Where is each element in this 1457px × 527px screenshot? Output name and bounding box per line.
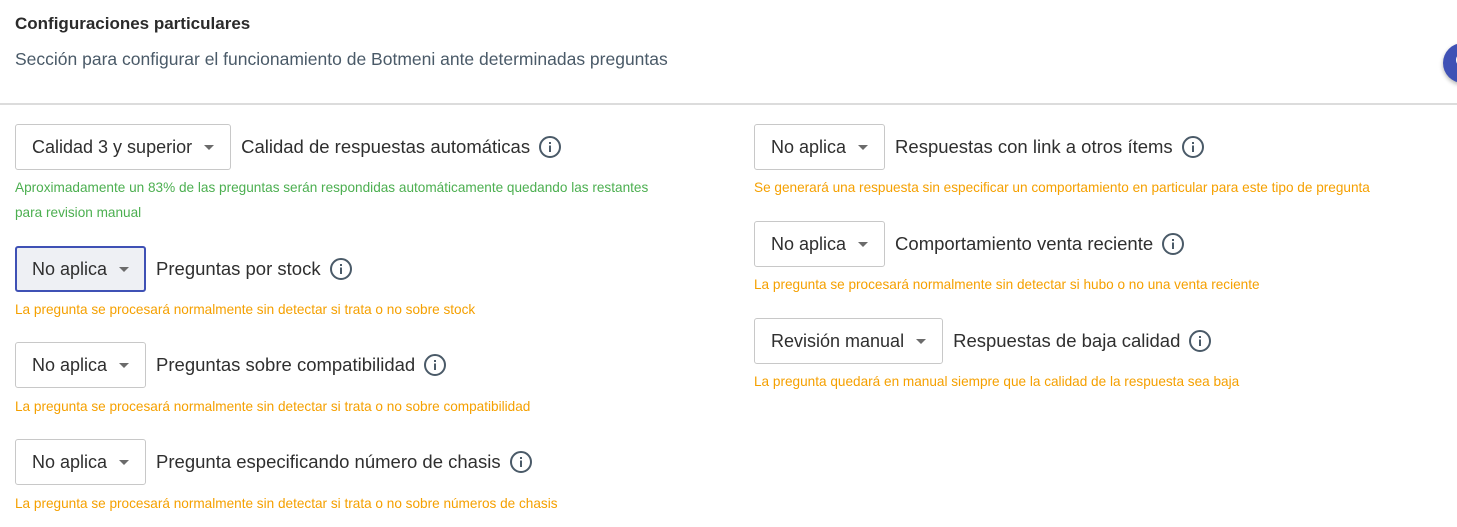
calidad-select-value: Calidad 3 y superior	[32, 136, 193, 157]
chevron-down-icon	[204, 144, 215, 150]
stock-label: Preguntas por stock	[156, 258, 321, 279]
help-fab-button[interactable]	[1443, 43, 1457, 83]
baja-calidad-label: Respuestas de baja calidad	[953, 330, 1181, 351]
header-title: Configuraciones particulares	[15, 14, 251, 33]
chevron-down-icon	[119, 362, 130, 368]
stock-help: La pregunta se procesará normalmente sin…	[15, 302, 476, 317]
setting-row-venta-reciente: No aplica Comportamiento venta reciente	[754, 221, 1185, 267]
setting-row-link: No aplica Respuestas con link a otros ít…	[754, 124, 1205, 170]
setting-row-calidad: Calidad 3 y superior Calidad de respuest…	[15, 124, 562, 170]
venta-reciente-select[interactable]: No aplica	[754, 221, 886, 267]
baja-calidad-select[interactable]: Revisión manual	[754, 318, 944, 364]
calidad-help-line1: Aproximadamente un 83% de las preguntas …	[15, 180, 649, 195]
chevron-down-icon	[119, 459, 130, 465]
calidad-help-line2: para revision manual	[15, 205, 142, 220]
info-icon[interactable]	[538, 135, 562, 159]
info-icon[interactable]	[509, 450, 533, 474]
compatibilidad-label: Preguntas sobre compatibilidad	[156, 354, 416, 375]
info-icon[interactable]	[1161, 232, 1185, 256]
chevron-down-icon	[119, 266, 130, 272]
stock-select[interactable]: No aplica	[15, 246, 147, 292]
calidad-select[interactable]: Calidad 3 y superior	[15, 124, 232, 170]
baja-calidad-help: La pregunta quedará en manual siempre qu…	[754, 374, 1240, 389]
lightbulb-icon	[1456, 56, 1457, 64]
baja-calidad-select-value: Revisión manual	[771, 330, 905, 351]
stock-select-value: No aplica	[32, 258, 108, 279]
chevron-down-icon	[916, 338, 927, 344]
info-icon[interactable]	[423, 353, 447, 377]
link-select-value: No aplica	[771, 136, 847, 157]
setting-row-compatibilidad: No aplica Preguntas sobre compatibilidad	[15, 342, 447, 388]
section-divider	[0, 103, 1457, 105]
chasis-label: Pregunta especificando número de chasis	[156, 451, 501, 472]
venta-reciente-select-value: No aplica	[771, 233, 847, 254]
info-icon[interactable]	[1188, 329, 1212, 353]
link-help: Se generará una respuesta sin especifica…	[754, 180, 1370, 195]
header-subtitle: Sección para configurar el funcionamient…	[15, 49, 668, 69]
compatibilidad-select[interactable]: No aplica	[15, 342, 147, 388]
chasis-help: La pregunta se procesará normalmente sin…	[15, 496, 558, 511]
venta-reciente-label: Comportamiento venta reciente	[895, 233, 1154, 254]
compatibilidad-help: La pregunta se procesará normalmente sin…	[15, 399, 531, 414]
link-label: Respuestas con link a otros ítems	[895, 136, 1173, 157]
info-icon[interactable]	[329, 257, 353, 281]
chevron-down-icon	[858, 144, 869, 150]
chasis-select[interactable]: No aplica	[15, 439, 147, 485]
calidad-label: Calidad de respuestas automáticas	[241, 136, 531, 157]
setting-row-chasis: No aplica Pregunta especificando número …	[15, 439, 533, 485]
setting-row-stock: No aplica Preguntas por stock	[15, 246, 353, 292]
setting-row-baja-calidad: Revisión manual Respuestas de baja calid…	[754, 318, 1212, 364]
info-icon[interactable]	[1181, 135, 1205, 159]
compatibilidad-select-value: No aplica	[32, 354, 108, 375]
link-select[interactable]: No aplica	[754, 124, 886, 170]
venta-reciente-help: La pregunta se procesará normalmente sin…	[754, 277, 1260, 292]
chevron-down-icon	[858, 241, 869, 247]
chasis-select-value: No aplica	[32, 451, 108, 472]
